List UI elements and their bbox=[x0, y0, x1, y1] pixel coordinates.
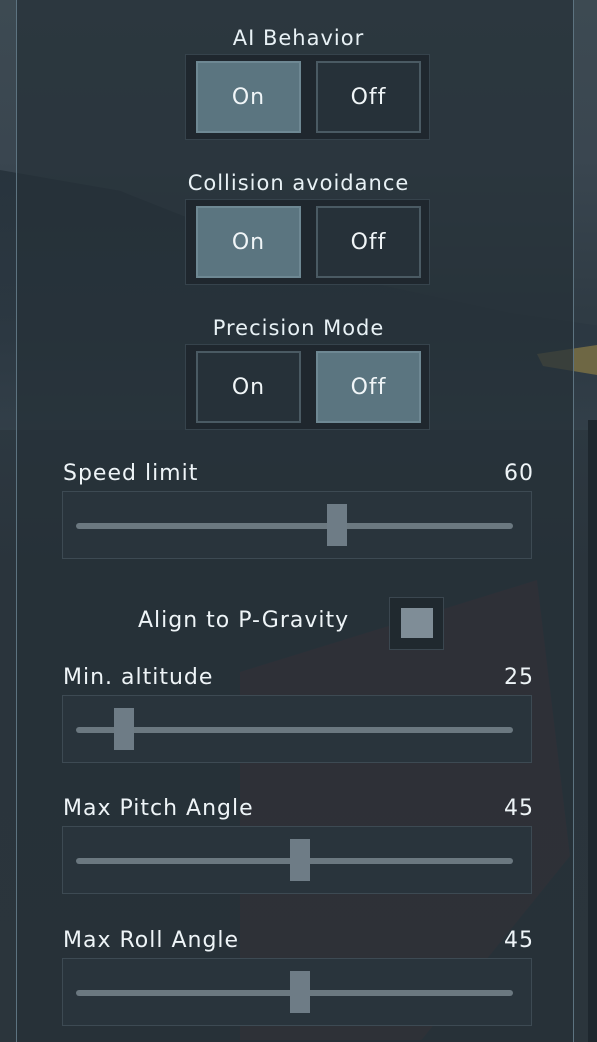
slider-track[interactable] bbox=[76, 727, 513, 733]
collision-avoidance-title: Collision avoidance bbox=[187, 171, 410, 195]
ai-behavior-off-button[interactable]: Off bbox=[316, 61, 421, 133]
max-pitch-angle-slider[interactable] bbox=[62, 826, 532, 894]
ai-behavior-title: AI Behavior bbox=[232, 26, 365, 50]
precision-mode-off-button[interactable]: Off bbox=[316, 351, 421, 423]
align-gravity-label: Align to P-Gravity bbox=[138, 608, 350, 633]
collision-avoidance-on-button[interactable]: On bbox=[196, 206, 301, 278]
speed-limit-slider[interactable] bbox=[62, 491, 532, 559]
max-pitch-angle-label: Max Pitch Angle bbox=[63, 796, 254, 821]
speed-limit-label: Speed limit bbox=[63, 461, 199, 486]
precision-mode-title: Precision Mode bbox=[212, 316, 385, 340]
max-pitch-angle-value: 45 bbox=[504, 796, 534, 821]
ai-behavior-toggle: On Off bbox=[185, 54, 430, 140]
max-roll-angle-slider[interactable] bbox=[62, 958, 532, 1026]
scrollbar-track[interactable] bbox=[588, 420, 597, 1042]
min-altitude-value: 25 bbox=[504, 665, 534, 690]
slider-track[interactable] bbox=[76, 523, 513, 529]
max-roll-angle-value: 45 bbox=[504, 928, 534, 953]
collision-avoidance-toggle: On Off bbox=[185, 199, 430, 285]
slider-handle[interactable] bbox=[289, 971, 310, 1013]
slider-handle[interactable] bbox=[327, 504, 348, 546]
align-gravity-checkbox[interactable] bbox=[389, 597, 444, 650]
max-roll-angle-label: Max Roll Angle bbox=[63, 928, 240, 953]
collision-avoidance-off-button[interactable]: Off bbox=[316, 206, 421, 278]
slider-handle[interactable] bbox=[289, 839, 310, 881]
precision-mode-on-button[interactable]: On bbox=[196, 351, 301, 423]
ai-behavior-on-button[interactable]: On bbox=[196, 61, 301, 133]
speed-limit-value: 60 bbox=[504, 461, 534, 486]
min-altitude-slider[interactable] bbox=[62, 695, 532, 763]
slider-handle[interactable] bbox=[113, 708, 134, 750]
precision-mode-toggle: On Off bbox=[185, 344, 430, 430]
checkbox-fill bbox=[401, 608, 433, 638]
min-altitude-label: Min. altitude bbox=[63, 665, 214, 690]
